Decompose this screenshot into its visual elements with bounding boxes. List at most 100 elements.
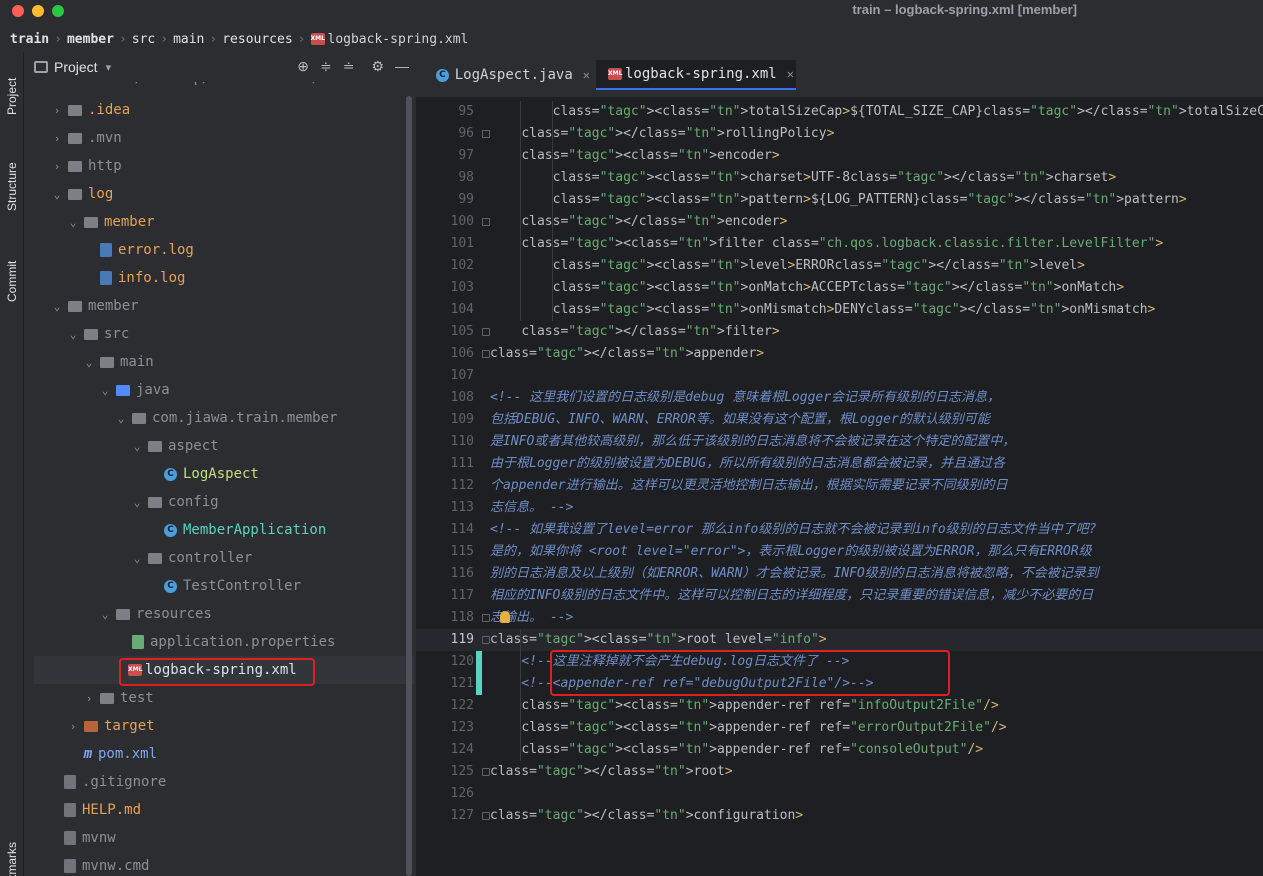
fold-marker-icon[interactable] [482,614,490,622]
code-line[interactable]: class="tagc"><class="tn">encoder> [490,145,779,167]
fold-marker-icon[interactable] [482,768,490,776]
commit-tool-tab[interactable]: Commit [2,248,22,314]
tree-item-member-module[interactable]: ⌄ member [34,292,414,320]
breadcrumb-src[interactable]: src [132,32,155,47]
breadcrumb-main[interactable]: main [173,32,204,47]
tree-item-test[interactable]: › test [34,684,414,712]
chevron-right-icon: › [209,31,218,47]
code-line[interactable]: class="tagc"><class="tn">appender-ref re… [490,695,998,717]
chevron-right-icon: › [118,31,127,47]
project-scrollbar[interactable] [406,96,412,876]
tree-item-controller[interactable]: ⌄ controller [34,544,414,572]
tree-item-http[interactable]: › http [34,152,414,180]
tree-item-help-md[interactable]: HELP.md [34,796,414,824]
project-tool-tab[interactable]: Project [2,60,22,132]
tree-item-memberapplication[interactable]: C MemberApplication [34,516,414,544]
code-line[interactable]: class="tagc"></class="tn">appender> [490,343,764,365]
breadcrumb-train[interactable]: train [10,32,49,47]
breadcrumb-file[interactable]: XML logback-spring.xml [310,32,468,47]
tree-item-resources[interactable]: ⌄ resources [34,600,414,628]
code-line[interactable]: class="tagc"><class="tn">onMismatch>DENY… [490,299,1156,321]
tab-logaspect[interactable]: C LogAspect.java ✕ [428,60,590,90]
close-icon[interactable]: ✕ [787,67,794,81]
code-line[interactable]: class="tagc"></class="tn">root> [490,761,733,783]
code-line[interactable]: class="tagc"><class="tn">onMatch>ACCEPTc… [490,277,1124,299]
tree-item-testcontroller[interactable]: C TestController [34,572,414,600]
tree-item-config[interactable]: ⌄ config [34,488,414,516]
tree-item-mvnw-cmd[interactable]: mvnw.cmd [34,852,414,876]
tree-item-target[interactable]: › target [34,712,414,740]
fold-marker-icon[interactable] [482,130,490,138]
locate-icon[interactable]: ⊕ [297,58,309,75]
code-line[interactable]: class="tagc"><class="tn">filter class="c… [490,233,1163,255]
bookmarks-tool-tab-label: Bookmarks [5,842,19,876]
tree-item-pom[interactable]: m pom.xml [34,740,414,768]
breadcrumb-resources[interactable]: resources [222,32,292,47]
chevron-down-icon[interactable]: ▾ [106,61,112,74]
project-panel-title[interactable]: Project [54,59,98,75]
code-line[interactable]: 个appender进行输出。这样可以更灵活地控制日志输出，根据实际需要记录不同级… [490,475,1008,497]
line-number: 96 [458,126,474,141]
collapse-all-icon[interactable]: ≐ [343,58,355,75]
code-line[interactable]: 由于根Logger的级别被设置为DEBUG，所以所有级别的日志消息都会被记录，并… [490,453,1005,475]
tree-item-label: src [104,326,130,342]
tree-item-java[interactable]: ⌄ java [34,376,414,404]
expand-all-icon[interactable]: ≑ [320,58,332,75]
breadcrumb-member[interactable]: member [67,32,114,47]
code-line[interactable]: class="tagc"></class="tn">filter> [490,321,779,343]
tree-item-idea[interactable]: › .idea [34,96,414,124]
editor-area: C LogAspect.java ✕ XML logback-spring.xm… [416,52,1263,876]
tree-item-log-member[interactable]: ⌄ member [34,208,414,236]
code-line[interactable]: class="tagc"><class="tn">appender-ref re… [490,739,983,761]
tree-item-application-properties[interactable]: application.properties [34,628,414,656]
code-line[interactable]: class="tagc"><class="tn">root level="inf… [490,629,827,651]
tree-item-main[interactable]: ⌄ main [34,348,414,376]
vcs-change-marker[interactable] [476,651,482,695]
code-line[interactable]: class="tagc"></class="tn">configuration> [490,805,803,827]
tree-item-error-log[interactable]: error.log [34,236,414,264]
code-line[interactable]: 是INFO或者其他较高级别，那么低于该级别的日志消息将不会被记录在这个特定的配置… [490,431,1015,453]
line-number: 115 [450,544,474,559]
code-line[interactable]: class="tagc"></class="tn">rollingPolicy> [490,123,834,145]
tree-item-info-log[interactable]: info.log [34,264,414,292]
fold-marker-icon[interactable] [482,350,490,358]
code-line[interactable]: <!-- 如果我设置了level=error 那么info级别的日志就不会被记录… [490,519,1097,541]
code-line[interactable]: class="tagc"><class="tn">charset>UTF-8cl… [490,167,1117,189]
hide-icon[interactable]: — [395,58,409,75]
tree-item-log[interactable]: ⌄ log [34,180,414,208]
tree-item-aspect[interactable]: ⌄ aspect [34,432,414,460]
code-line[interactable]: 相应的INFO级别的日志文件中。这样可以控制日志的详细程度，只记录重要的错误信息… [490,585,1093,607]
code-line[interactable]: class="tagc"></class="tn">encoder> [490,211,787,233]
fold-marker-icon[interactable] [482,636,490,644]
code-line[interactable]: 别的日志消息及以上级别（如ERROR、WARN）才会被记录。INFO级别的日志消… [490,563,1099,585]
xml-file-icon: XML [310,33,325,45]
tree-item-package[interactable]: ⌄ com.jiawa.train.member [34,404,414,432]
tree-item-src[interactable]: ⌄ src [34,320,414,348]
fold-marker-icon[interactable] [482,812,490,820]
chevron-down-icon: ⌄ [69,327,77,341]
close-icon[interactable]: ✕ [583,68,590,82]
tree-item-mvn[interactable]: › .mvn [34,124,414,152]
code-line[interactable]: class="tagc"><class="tn">appender-ref re… [490,717,1006,739]
bookmarks-tool-tab[interactable]: Bookmarks [2,842,22,876]
code-line[interactable]: <!-- 这里我们设置的日志级别是debug 意味着根Logger会记录所有级别… [490,387,1000,409]
code-area[interactable]: 95 class="tagc"><class="tn">totalSizeCap… [416,98,1263,876]
code-line[interactable]: class="tagc"><class="tn">level>ERRORclas… [490,255,1085,277]
line-number: 109 [450,412,474,427]
fold-marker-icon[interactable] [482,218,490,226]
gear-icon[interactable]: ⚙ [371,58,384,75]
tree-item-label: controller [168,550,253,566]
lightbulb-icon[interactable] [500,611,510,623]
code-line[interactable]: class="tagc"><class="tn">pattern>${LOG_P… [490,189,1187,211]
code-line[interactable]: class="tagc"><class="tn">totalSizeCap>${… [490,101,1263,123]
tree-item-logaspect[interactable]: C LogAspect [34,460,414,488]
tree-item-mvnw[interactable]: mvnw [34,824,414,852]
code-line[interactable]: 是的，如果你将 <root level="error">，表示根Logger的级… [490,541,1092,563]
chevron-right-icon: › [297,31,306,47]
code-line[interactable]: 包括DEBUG、INFO、WARN、ERROR等。如果没有这个配置，根Logge… [490,409,990,431]
structure-tool-tab[interactable]: Structure [2,144,22,230]
tab-logback-spring[interactable]: XML logback-spring.xml ✕ [596,60,796,90]
code-line[interactable]: 志信息。 --> [490,497,573,519]
fold-marker-icon[interactable] [482,328,490,336]
tree-item-gitignore[interactable]: .gitignore [34,768,414,796]
